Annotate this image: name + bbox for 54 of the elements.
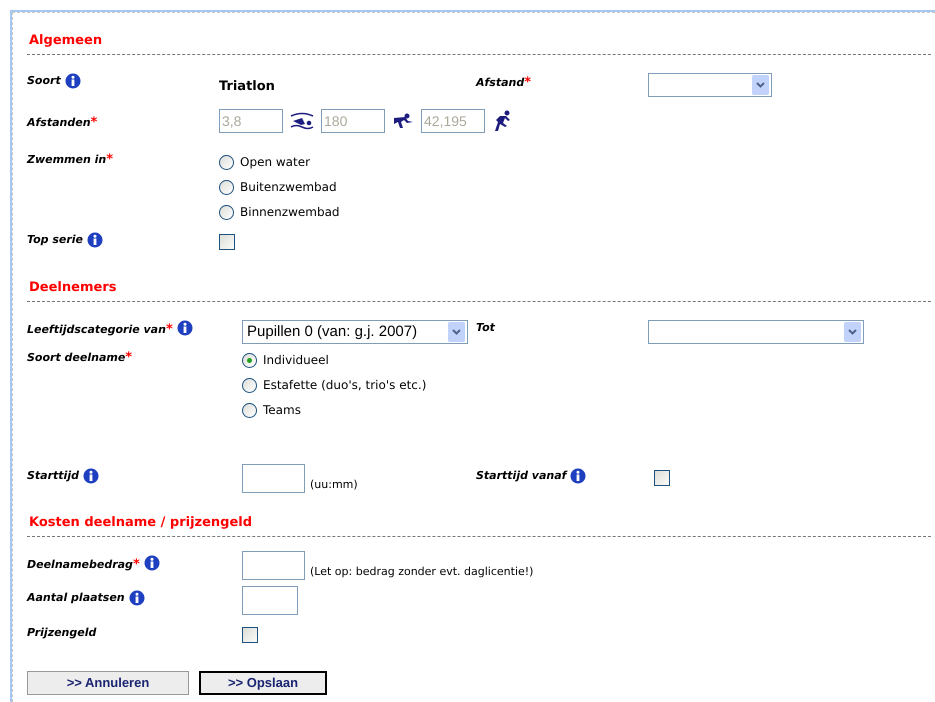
runner-icon (492, 110, 512, 132)
info-icon[interactable] (128, 590, 145, 606)
radio-label: Estafette (duo's, trio's etc.) (263, 377, 426, 394)
checkbox[interactable] (219, 234, 235, 250)
radio-button[interactable] (242, 352, 257, 368)
radio-button[interactable] (242, 402, 257, 418)
field-label: Top serie (27, 232, 84, 248)
radio-label: Binnenzwembad (240, 204, 340, 221)
info-icon[interactable] (570, 468, 586, 484)
dropdown[interactable] (648, 320, 864, 344)
radio-label: Teams (263, 402, 301, 419)
chevron-down-icon[interactable] (448, 322, 465, 342)
radio-button[interactable] (242, 378, 257, 392)
field-label: Soort deelname* (27, 349, 132, 367)
field-label: Aantal plaatsen (27, 590, 125, 606)
swimmer-icon (290, 112, 314, 130)
info-icon[interactable] (64, 73, 81, 89)
section-heading: Algemeen (29, 33, 102, 48)
field-label: Afstanden* (27, 114, 98, 132)
radio-button[interactable] (219, 154, 234, 170)
field-label: Zwemmen in* (27, 151, 114, 169)
text-field[interactable] (242, 551, 305, 580)
cancel-button[interactable]: >> Annuleren (27, 671, 189, 695)
info-icon[interactable] (176, 320, 193, 336)
info-icon[interactable] (144, 555, 160, 571)
radio-label: Individueel (263, 352, 329, 369)
chevron-down-icon[interactable] (844, 322, 861, 342)
dropdown[interactable]: Pupillen 0 (van: g.j. 2007) (242, 320, 468, 344)
dropdown[interactable] (648, 73, 772, 97)
field-label: Leeftijdscategorie van* (27, 321, 173, 339)
chevron-down-icon[interactable] (752, 75, 769, 95)
radio-button[interactable] (219, 204, 234, 220)
info-icon[interactable] (87, 232, 104, 248)
section-heading: Deelnemers (29, 280, 116, 295)
text-field[interactable] (242, 464, 305, 493)
field-label: Soort (27, 73, 61, 89)
field-label: Starttijd vanaf (476, 468, 566, 484)
info-icon[interactable] (82, 468, 99, 484)
sport-type-value: Triatlon (219, 79, 275, 94)
checkbox[interactable] (654, 470, 670, 486)
text-field[interactable] (242, 586, 298, 615)
section-heading: Kosten deelname / prijzengeld (29, 515, 252, 530)
checkbox[interactable] (242, 627, 258, 643)
save-button[interactable]: >> Opslaan (199, 671, 327, 695)
hint-text: (uu:mm) (310, 476, 358, 492)
radio-label: Open water (240, 154, 310, 171)
radio-label: Buitenzwembad (240, 179, 337, 196)
hint-text: (Let op: bedrag zonder evt. daglicentie!) (310, 564, 534, 580)
field-label: Starttijd (27, 468, 79, 484)
field-label: Tot (476, 320, 495, 336)
radio-button[interactable] (219, 180, 234, 194)
field-label: Deelnamebedrag* (27, 556, 140, 574)
field-label: Afstand* (476, 74, 532, 92)
field-label: Prijzengeld (27, 625, 96, 641)
